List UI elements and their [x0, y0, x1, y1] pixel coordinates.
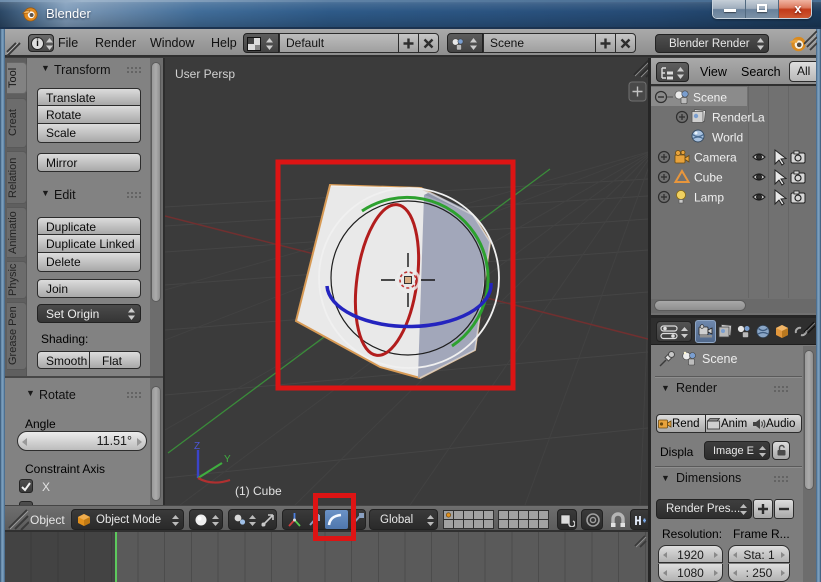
- svg-text:Z: Z: [194, 441, 200, 452]
- svg-text:World: World: [712, 131, 743, 145]
- svg-text:Camera: Camera: [694, 151, 737, 165]
- svg-text:User Persp: User Persp: [175, 67, 235, 81]
- svg-text:Scene: Scene: [693, 91, 727, 105]
- svg-text:Y: Y: [224, 454, 231, 465]
- svg-text:RenderLa: RenderLa: [712, 111, 765, 125]
- svg-text:Lamp: Lamp: [694, 191, 724, 205]
- svg-text:Cube: Cube: [694, 171, 723, 185]
- svg-text:(1) Cube: (1) Cube: [235, 484, 282, 498]
